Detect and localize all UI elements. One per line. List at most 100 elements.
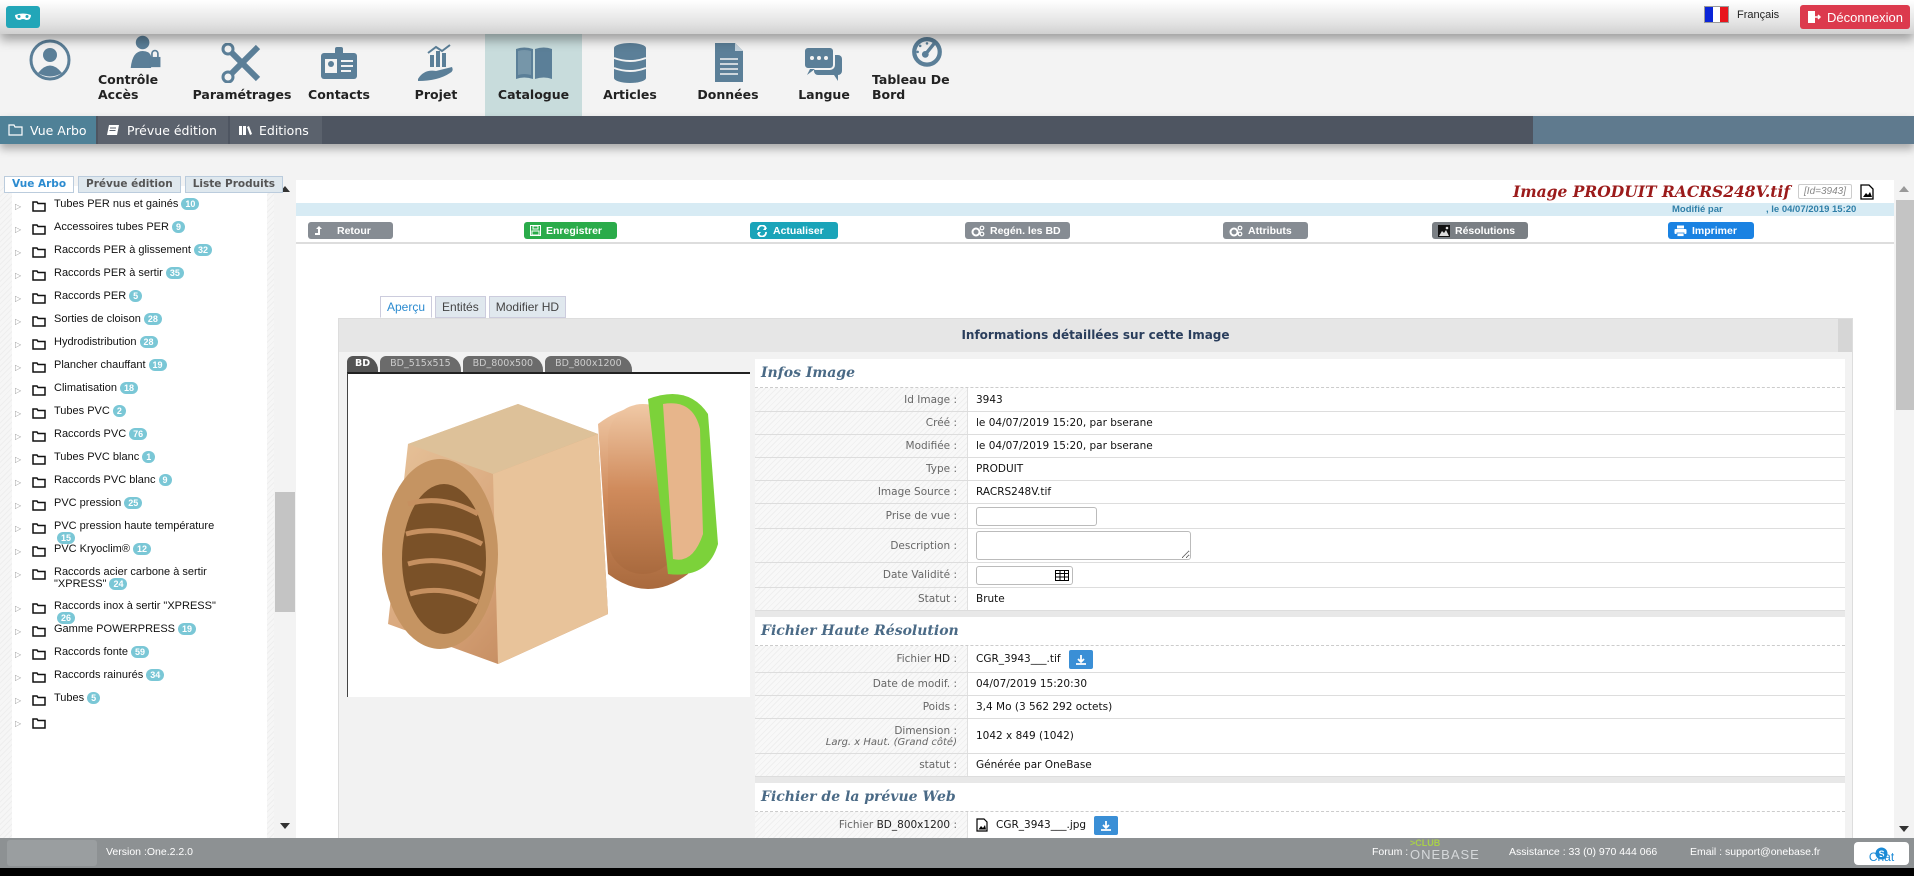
chat-button[interactable]: S Chat [1854,842,1909,865]
scroll-down-arrow-icon[interactable] [280,823,290,829]
nav-langue[interactable]: Langue [785,34,863,116]
left-tab-liste-produits[interactable]: Liste Produits [184,176,283,193]
calendar-grid-icon[interactable] [1055,569,1069,581]
resolutions-button[interactable]: Résolutions [1432,222,1528,239]
tree-item-partial[interactable]: ▷ [12,715,272,729]
tree-item[interactable]: ▷ Raccords fonte 59 [12,646,272,660]
nav-contacts[interactable]: Contacts [298,34,380,116]
scroll-up-arrow-icon[interactable] [1899,186,1909,192]
expand-arrow-icon[interactable]: ▷ [15,409,29,418]
email-text[interactable]: Email : support@onebase.fr [1690,846,1820,858]
nav-donnees[interactable]: Données [690,34,766,116]
tree-item[interactable]: ▷ PVC pression haute température15 [12,520,272,545]
tree-item[interactable]: ▷ Gamme POWERPRESS 19 [12,623,272,637]
nav-tableau-de-bord[interactable]: Tableau De Bord [872,34,982,116]
nav-articles[interactable]: Articles [590,34,670,116]
expand-arrow-icon[interactable]: ▷ [15,696,29,705]
image-file-icon[interactable] [1860,183,1874,200]
left-tab-prevue-edition[interactable]: Prévue édition [78,176,181,193]
nav-parametrages[interactable]: Paramétrages [193,34,291,116]
left-scroll-thumb[interactable] [275,492,295,612]
tree-item[interactable]: ▷ Raccords PER 5 [12,290,272,304]
tree-item[interactable]: ▷ Tubes 5 [12,692,272,706]
row-value: RACRS248V.tif [976,486,1052,498]
tree-item[interactable]: ▷ Tubes PVC 2 [12,405,272,419]
expand-arrow-icon[interactable]: ▷ [15,650,29,659]
nav-user-profile[interactable] [10,34,90,116]
tree-item[interactable]: ▷ Raccords inox à sertir "XPRESS"26 [12,600,272,625]
expand-arrow-icon[interactable]: ▷ [15,627,29,636]
expand-arrow-icon[interactable]: ▷ [15,386,29,395]
expand-arrow-icon[interactable]: ▷ [15,225,29,234]
return-arrow-icon [315,226,322,235]
tree-item[interactable]: ▷ Raccords rainurés 34 [12,669,272,683]
tree-item[interactable]: ▷ Plancher chauffant 19 [12,359,272,373]
nav-catalogue[interactable]: Catalogue [485,34,582,116]
date-validite-input[interactable] [976,565,1073,585]
tree-item[interactable]: ▷ Raccords PVC 76 [12,428,272,442]
subnav-editions[interactable]: Editions [230,116,322,144]
imprimer-button[interactable]: Imprimer [1668,222,1754,239]
expand-arrow-icon[interactable]: ▷ [15,478,29,487]
expand-arrow-icon[interactable]: ▷ [15,547,29,556]
expand-arrow-icon[interactable]: ▷ [15,363,29,372]
tree-item[interactable]: ▷ Climatisation 18 [12,382,272,396]
expand-arrow-icon[interactable]: ▷ [15,202,29,211]
download-hd-button[interactable] [1068,649,1093,669]
tab-apercu[interactable]: Aperçu [380,296,433,318]
expand-arrow-icon[interactable]: ▷ [15,673,29,682]
expand-arrow-icon[interactable]: ▷ [15,340,29,349]
language-selector[interactable]: Français [1704,6,1779,23]
subnav-vue-arbo[interactable]: Vue Arbo [0,116,96,144]
attributs-button[interactable]: Attributs [1223,222,1308,239]
tab-entites[interactable]: Entités [435,296,486,318]
left-tab-vue-arbo[interactable]: Vue Arbo [4,176,75,193]
nav-controle-acces[interactable]: Contrôle Accès [98,34,194,116]
tree-item[interactable]: ▷ Raccords PER à glissement 32 [12,244,272,258]
download-web-button[interactable] [1094,815,1119,835]
description-textarea[interactable] [976,531,1191,560]
enregistrer-button[interactable]: Enregistrer [524,222,617,239]
club-onebase-logo[interactable]: >CLUB ONEBASE [1410,838,1480,862]
tree-item[interactable]: ▷ PVC pression 25 [12,497,272,511]
expand-arrow-icon[interactable]: ▷ [15,570,29,579]
logout-button[interactable]: Déconnexion [1800,5,1910,29]
img-tab-bd-515[interactable]: BD_515x515 [380,356,461,372]
tree-item[interactable]: ▷ Tubes PER nus et gainés 10 [12,198,272,212]
right-scroll-thumb[interactable] [1896,200,1914,410]
img-tab-bd-800x500[interactable]: BD_800x500 [462,356,544,372]
tree-item[interactable]: ▷ Sorties de cloison 28 [12,313,272,327]
tree-item[interactable]: ▷ Raccords acier carbone à sertir "XPRESS… [12,566,272,591]
expand-arrow-icon[interactable]: ▷ [15,271,29,280]
expand-arrow-icon[interactable]: ▷ [15,432,29,441]
tree-item[interactable]: ▷ Accessoires tubes PER 9 [12,221,272,235]
tree-item[interactable]: ▷ Raccords PER à sertir 35 [12,267,272,281]
subnav-prevue-edition[interactable]: Prévue édition [98,116,228,144]
left-scrollbar[interactable] [274,180,296,838]
mask-logo-button[interactable] [6,6,40,28]
img-tab-bd-800x1200[interactable]: BD_800x1200 [545,356,632,372]
expand-arrow-icon[interactable]: ▷ [15,719,29,728]
actualiser-button[interactable]: Actualiser [750,222,838,239]
expand-arrow-icon[interactable]: ▷ [15,317,29,326]
expand-arrow-icon[interactable]: ▷ [15,524,29,533]
retour-button[interactable]: Retour [308,222,393,239]
tree-item[interactable]: ▷ Tubes PVC blanc 1 [12,451,272,465]
chat-label: Chat [1868,850,1895,864]
expand-arrow-icon[interactable]: ▷ [15,604,29,613]
tree-item[interactable]: ▷ PVC Kryoclim® 12 [12,543,272,557]
expand-arrow-icon[interactable]: ▷ [15,248,29,257]
prise-de-vue-input[interactable] [976,506,1097,526]
img-tab-bd[interactable]: BD [347,356,379,372]
expand-arrow-icon[interactable]: ▷ [15,501,29,510]
expand-arrow-icon[interactable]: ▷ [15,455,29,464]
right-scrollbar[interactable] [1894,180,1914,838]
tree-item[interactable]: ▷ Raccords PVC blanc 9 [12,474,272,488]
regen-bd-button[interactable]: Regén. les BD [965,222,1070,239]
expand-arrow-icon[interactable]: ▷ [15,294,29,303]
nav-projet[interactable]: Projet [396,34,476,116]
row-key: Fichier BD_800x1200 : [755,812,968,838]
scroll-down-arrow-icon[interactable] [1899,826,1909,832]
tab-modifier-hd[interactable]: Modifier HD [488,296,567,318]
tree-item[interactable]: ▷ Hydrodistribution 28 [12,336,272,350]
